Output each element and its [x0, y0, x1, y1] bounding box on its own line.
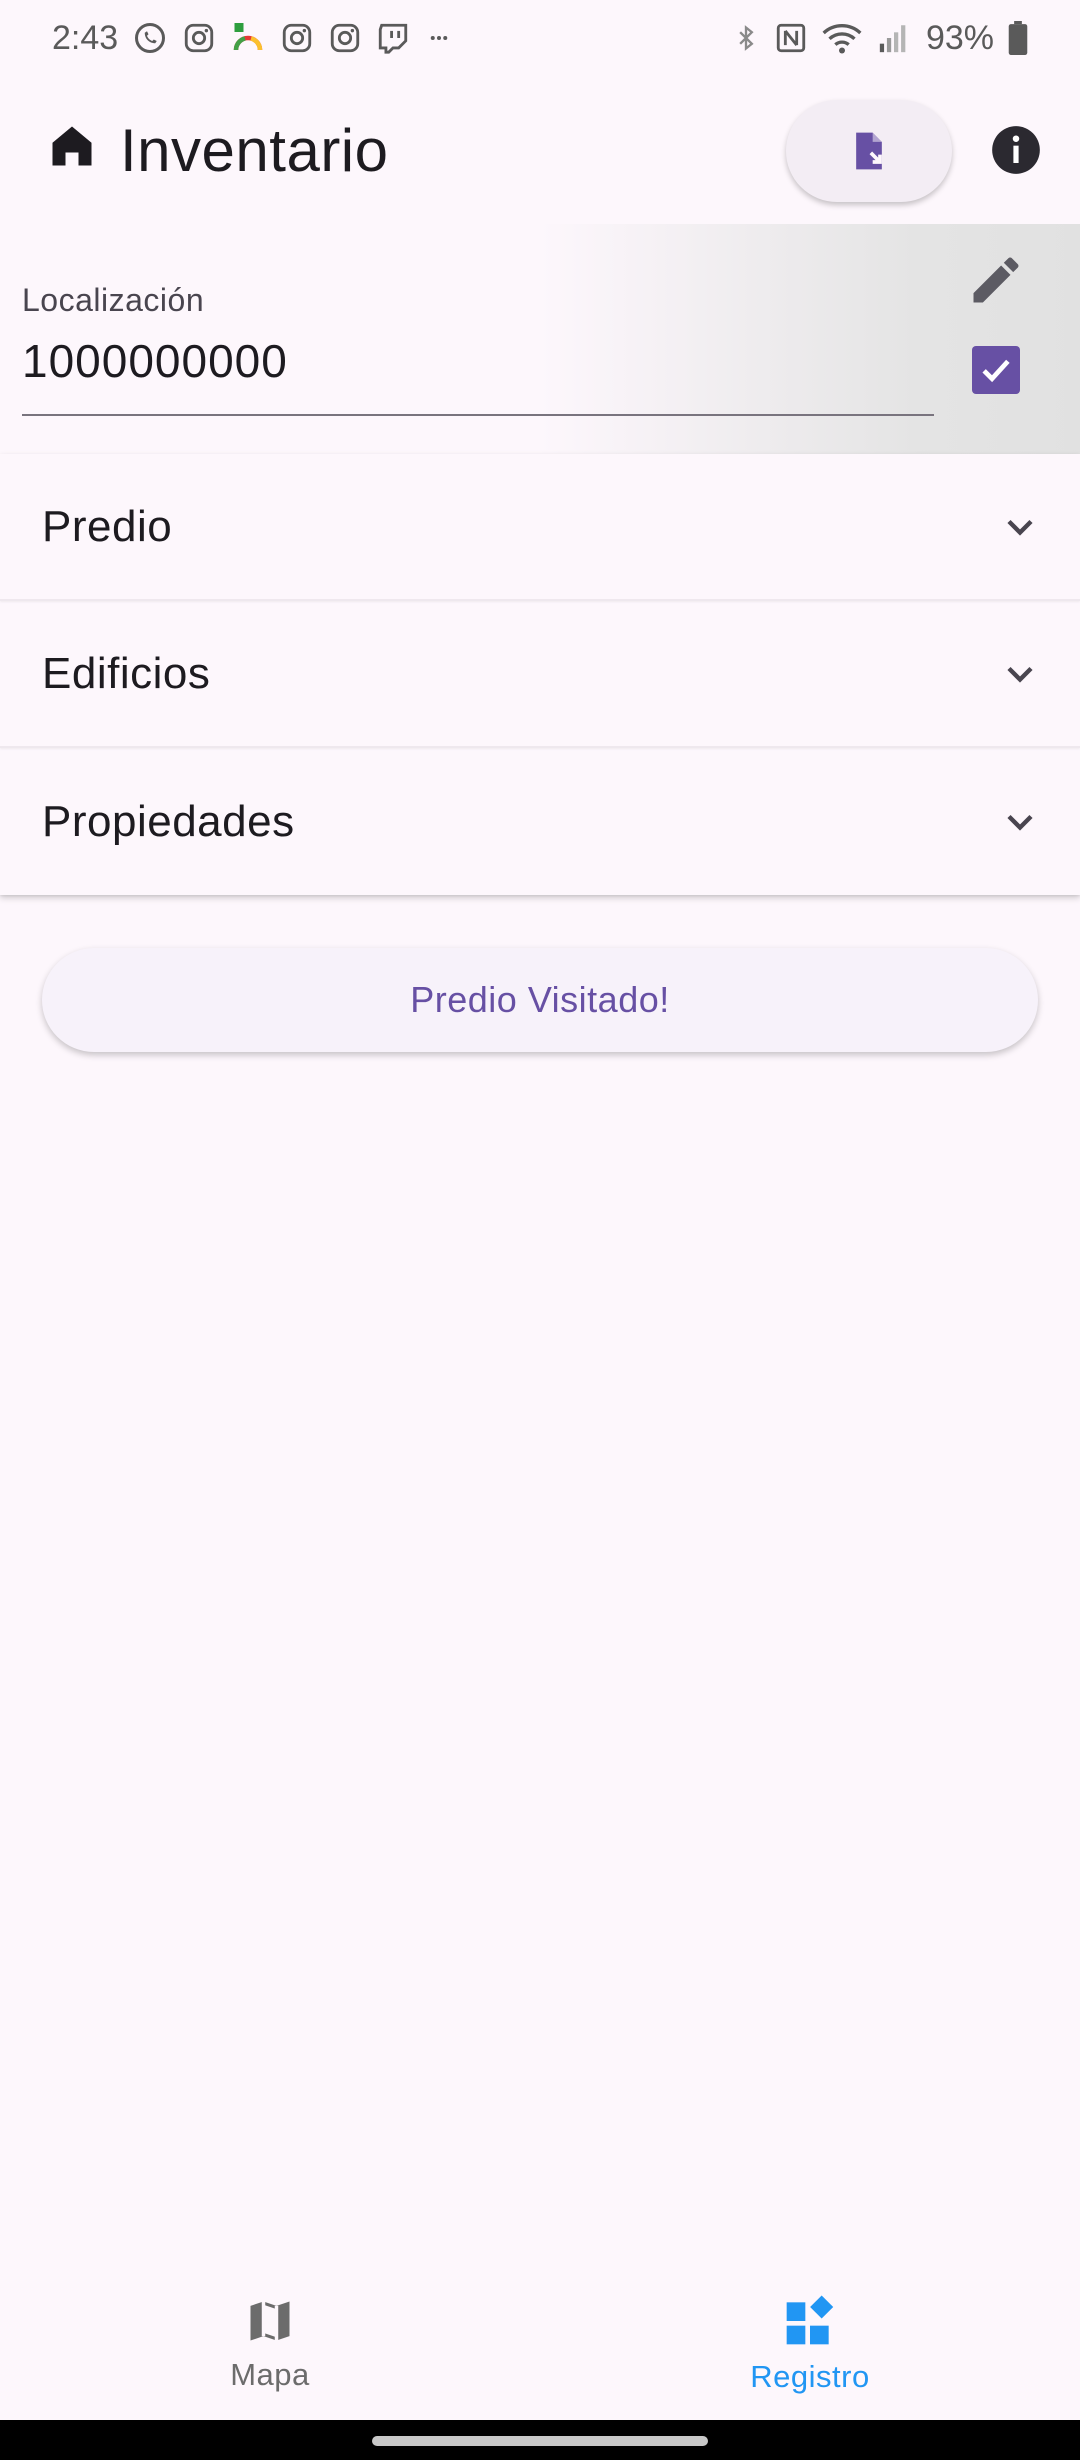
- panel-propiedades[interactable]: Propiedades: [0, 748, 1080, 895]
- whatsapp-icon: [135, 23, 166, 53]
- info-icon[interactable]: [990, 124, 1042, 176]
- home-icon[interactable]: [46, 120, 98, 172]
- nav-label-mapa: Mapa: [230, 2357, 310, 2392]
- chevron-down-icon[interactable]: [998, 800, 1042, 844]
- nav-item-registro[interactable]: Registro: [540, 2268, 1080, 2420]
- panel-predio[interactable]: Predio: [0, 454, 1080, 601]
- nfc-icon: [776, 23, 806, 53]
- instagram-icon: [185, 23, 214, 53]
- check-mark-icon: [982, 359, 1010, 383]
- export-document-icon: [856, 132, 882, 170]
- status-right: 93%: [732, 19, 1028, 58]
- edit-icon[interactable]: [966, 250, 1026, 310]
- location-label: Localización: [22, 282, 205, 318]
- battery-percent: 93%: [925, 18, 994, 57]
- expansion-panels: Predio Edificios Propiedades: [0, 454, 1080, 895]
- status-bar: 2:43 93%: [0, 0, 1080, 76]
- battery-icon: [1008, 21, 1028, 55]
- page-title: Inventario: [120, 116, 389, 184]
- map-icon: [250, 2301, 290, 2341]
- checkbox-icon[interactable]: [972, 346, 1020, 394]
- bottom-navigation: Mapa Registro: [0, 2268, 1080, 2420]
- wifi-icon: [822, 24, 862, 54]
- status-left: 2:43: [52, 19, 454, 58]
- predio-visitado-button[interactable]: Predio Visitado!: [42, 948, 1038, 1052]
- signal-icon: [879, 25, 906, 53]
- dashboard-icon: [786, 2295, 834, 2345]
- nav-label-registro: Registro: [750, 2359, 870, 2394]
- home-gesture-handle[interactable]: [372, 2436, 708, 2446]
- nav-item-mapa[interactable]: Mapa: [0, 2268, 540, 2420]
- app-bar: Inventario: [0, 76, 1080, 224]
- panel-edificios[interactable]: Edificios: [0, 601, 1080, 748]
- bluetooth-icon: [739, 25, 754, 51]
- status-time: 2:43: [52, 18, 119, 57]
- panel-label: Propiedades: [42, 796, 295, 846]
- instagram-icon: [283, 23, 312, 53]
- speedometer-icon: [233, 23, 263, 51]
- more-icon: [430, 36, 448, 40]
- chevron-down-icon[interactable]: [998, 505, 1042, 549]
- predio-visitado-label: Predio Visitado!: [410, 979, 670, 1020]
- location-field[interactable]: 1000000000: [22, 334, 288, 388]
- twitch-icon: [379, 23, 408, 54]
- instagram-icon: [331, 23, 360, 53]
- chevron-down-icon[interactable]: [998, 652, 1042, 696]
- system-navigation-bar: [0, 2420, 1080, 2460]
- panel-label: Edificios: [42, 648, 211, 698]
- export-document-button[interactable]: [786, 100, 952, 202]
- panel-label: Predio: [42, 501, 173, 551]
- location-panel: Localización 1000000000: [0, 224, 1080, 454]
- location-underline: [22, 414, 934, 416]
